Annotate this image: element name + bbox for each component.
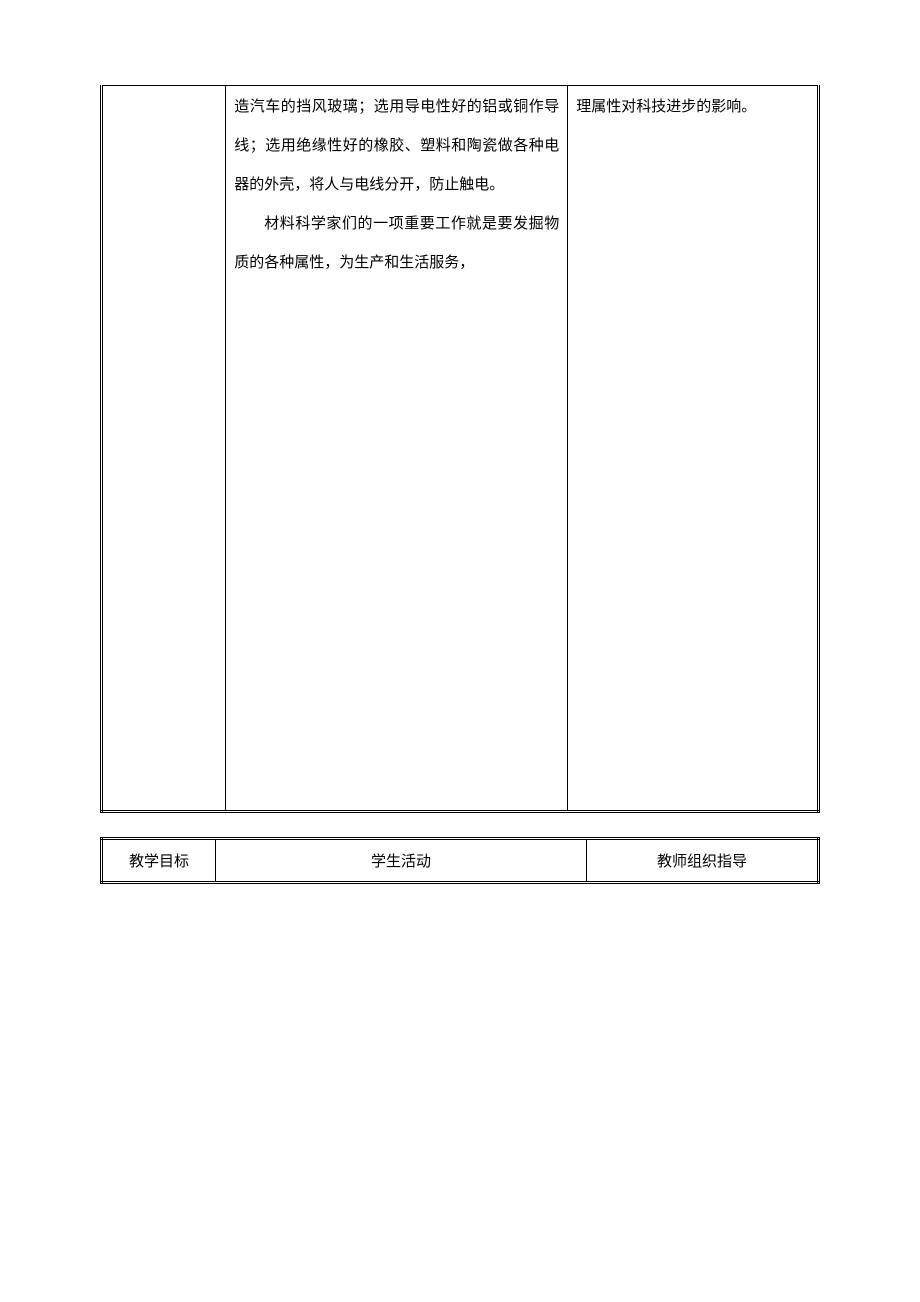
activity-text-1: 造汽车的挡风玻璃；选用导电性好的铝或铜作导线；选用绝缘性好的橡胶、塑料和陶瓷做各… bbox=[234, 99, 559, 193]
cell-activity: 造汽车的挡风玻璃；选用导电性好的铝或铜作导线；选用绝缘性好的橡胶、塑料和陶瓷做各… bbox=[226, 86, 568, 812]
guidance-text: 理属性对科技进步的影响。 bbox=[576, 99, 756, 115]
header-table: 教学目标 学生活动 教师组织指导 bbox=[100, 837, 820, 884]
page-content: 造汽车的挡风玻璃；选用导电性好的铝或铜作导线；选用绝缘性好的橡胶、塑料和陶瓷做各… bbox=[0, 0, 920, 884]
header-guidance: 教师组织指导 bbox=[587, 839, 819, 883]
main-table: 造汽车的挡风玻璃；选用导电性好的铝或铜作导线；选用绝缘性好的橡胶、塑料和陶瓷做各… bbox=[100, 85, 820, 813]
table-row: 教学目标 学生活动 教师组织指导 bbox=[102, 839, 819, 883]
header-activity: 学生活动 bbox=[216, 839, 587, 883]
cell-guidance: 理属性对科技进步的影响。 bbox=[568, 86, 819, 812]
header-objective: 教学目标 bbox=[102, 839, 216, 883]
table-row: 造汽车的挡风玻璃；选用导电性好的铝或铜作导线；选用绝缘性好的橡胶、塑料和陶瓷做各… bbox=[102, 86, 819, 812]
cell-objective bbox=[102, 86, 226, 812]
activity-text-2: 材料科学家们的一项重要工作就是要发掘物质的各种属性，为生产和生活服务， bbox=[234, 216, 559, 271]
